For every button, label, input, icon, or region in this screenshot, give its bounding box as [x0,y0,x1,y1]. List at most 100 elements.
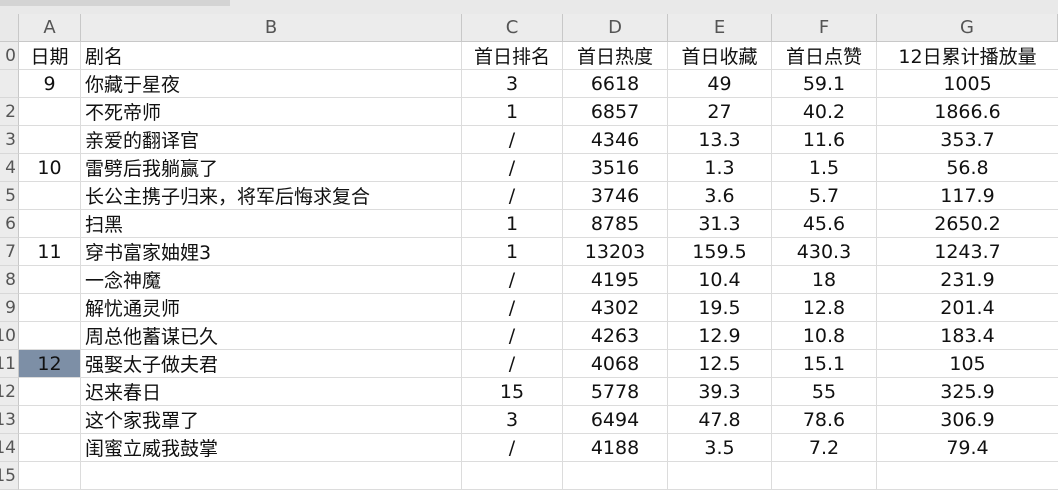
cell-f[interactable]: 430.3 [772,238,877,266]
cell-g[interactable]: 325.9 [877,378,1058,406]
cell-f[interactable] [772,462,877,490]
cell-d[interactable]: 4188 [563,434,668,462]
column-header-b[interactable]: B [81,14,462,42]
cell-d[interactable]: 4346 [563,126,668,154]
row-header[interactable]: 8 [0,266,19,294]
column-header-a[interactable]: A [19,14,81,42]
cell-g[interactable]: 2650.2 [877,210,1058,238]
cell-a[interactable] [19,266,81,294]
cell-g[interactable] [877,462,1058,490]
cell-c[interactable]: / [462,322,563,350]
cell-a[interactable]: 9 [19,70,81,98]
cell-e[interactable]: 1.3 [668,154,772,182]
cell-g[interactable]: 306.9 [877,406,1058,434]
cell-f[interactable]: 12.8 [772,294,877,322]
row-header[interactable]: 9 [0,294,19,322]
cell-b[interactable]: 不死帝师 [81,98,462,126]
cell-e[interactable]: 12.5 [668,350,772,378]
row-header[interactable]: 10 [0,322,19,350]
cell-e[interactable]: 47.8 [668,406,772,434]
cell-d[interactable]: 6618 [563,70,668,98]
cell-g[interactable]: 201.4 [877,294,1058,322]
cell-b[interactable]: 扫黑 [81,210,462,238]
cell-b[interactable]: 解忧通灵师 [81,294,462,322]
cell-c[interactable]: 1 [462,98,563,126]
cell-c[interactable]: 15 [462,378,563,406]
row-header[interactable]: 13 [0,406,19,434]
cell-e[interactable]: 12.9 [668,322,772,350]
cell-d[interactable]: 13203 [563,238,668,266]
cell-d[interactable]: 6857 [563,98,668,126]
column-header-c[interactable]: C [462,14,563,42]
cell-b[interactable]: 这个家我罩了 [81,406,462,434]
cell-f[interactable]: 18 [772,266,877,294]
header-cell-c[interactable]: 首日排名 [462,42,563,70]
row-header[interactable]: 2 [0,98,19,126]
cell-e[interactable]: 159.5 [668,238,772,266]
cell-c[interactable]: / [462,434,563,462]
cell-c[interactable] [462,462,563,490]
cell-c[interactable]: / [462,294,563,322]
cell-a[interactable]: 11 [19,238,81,266]
row-header[interactable]: 12 [0,378,19,406]
cell-f[interactable]: 59.1 [772,70,877,98]
cell-d[interactable]: 4263 [563,322,668,350]
cell-f[interactable]: 5.7 [772,182,877,210]
cell-d[interactable]: 4195 [563,266,668,294]
cell-b[interactable]: 闺蜜立威我鼓掌 [81,434,462,462]
cell-c[interactable]: 3 [462,70,563,98]
cell-f[interactable]: 40.2 [772,98,877,126]
cell-f[interactable]: 11.6 [772,126,877,154]
header-cell-e[interactable]: 首日收藏 [668,42,772,70]
row-header[interactable]: 4 [0,154,19,182]
cell-a[interactable] [19,322,81,350]
cell-f[interactable]: 7.2 [772,434,877,462]
cell-e[interactable]: 39.3 [668,378,772,406]
cell-d[interactable] [563,462,668,490]
cell-b[interactable]: 你藏于星夜 [81,70,462,98]
cell-d[interactable]: 6494 [563,406,668,434]
row-header[interactable] [0,70,19,98]
cell-a[interactable] [19,406,81,434]
column-header-g[interactable]: G [877,14,1058,42]
cell-e[interactable] [668,462,772,490]
cell-g[interactable]: 1866.6 [877,98,1058,126]
cell-c[interactable]: 3 [462,406,563,434]
cell-c[interactable]: 1 [462,210,563,238]
cell-d[interactable]: 8785 [563,210,668,238]
cell-c[interactable]: / [462,350,563,378]
cell-b[interactable]: 雷劈后我躺赢了 [81,154,462,182]
cell-b[interactable]: 长公主携子归来，将军后悔求复合 [81,182,462,210]
cell-f[interactable]: 55 [772,378,877,406]
cell-c[interactable]: / [462,182,563,210]
column-header-e[interactable]: E [668,14,772,42]
cell-g[interactable]: 353.7 [877,126,1058,154]
row-header[interactable]: 0 [0,42,19,70]
cell-f[interactable]: 78.6 [772,406,877,434]
header-cell-d[interactable]: 首日热度 [563,42,668,70]
column-header-f[interactable]: F [772,14,877,42]
cell-g[interactable]: 79.4 [877,434,1058,462]
cell-e[interactable]: 27 [668,98,772,126]
cell-a[interactable] [19,378,81,406]
cell-g[interactable]: 1243.7 [877,238,1058,266]
cell-e[interactable]: 19.5 [668,294,772,322]
cell-e[interactable]: 49 [668,70,772,98]
cell-g[interactable]: 183.4 [877,322,1058,350]
cell-a[interactable] [19,210,81,238]
select-all-corner[interactable] [0,14,19,42]
cell-f[interactable]: 15.1 [772,350,877,378]
cell-a[interactable] [19,98,81,126]
cell-g[interactable]: 231.9 [877,266,1058,294]
row-header[interactable]: 5 [0,182,19,210]
header-cell-f[interactable]: 首日点赞 [772,42,877,70]
cell-c[interactable]: 1 [462,238,563,266]
row-header[interactable]: 6 [0,210,19,238]
cell-g[interactable]: 1005 [877,70,1058,98]
cell-c[interactable]: / [462,154,563,182]
cell-a[interactable]: 12 [19,350,81,378]
cell-g[interactable]: 56.8 [877,154,1058,182]
cell-d[interactable]: 4068 [563,350,668,378]
row-header[interactable]: 15 [0,462,19,490]
cell-e[interactable]: 3.5 [668,434,772,462]
